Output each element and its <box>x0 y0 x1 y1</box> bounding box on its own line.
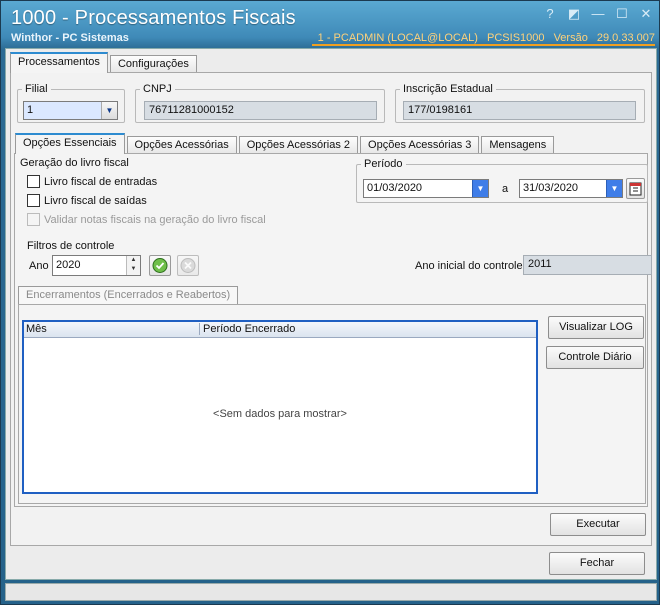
confirm-filter-button[interactable] <box>149 255 171 276</box>
filial-legend: Filial <box>25 83 48 95</box>
ano-label: Ano <box>29 260 49 272</box>
encerramentos-grid[interactable]: Mês Período Encerrado <Sem dados para mo… <box>22 320 538 494</box>
chevron-down-icon[interactable]: ▼ <box>606 180 622 197</box>
tab-processamentos[interactable]: Processamentos <box>10 52 108 73</box>
ano-value: 2020 <box>56 259 81 271</box>
check-circle-icon <box>152 258 168 273</box>
livro-saidas-label: Livro fiscal de saídas <box>44 194 147 207</box>
validar-notas-label: Validar notas fiscais na geração do livr… <box>44 213 266 226</box>
tab-opcoes-essenciais[interactable]: Opções Essenciais <box>15 133 125 154</box>
tab-opcoes-acessorias-3[interactable]: Opções Acessórias 3 <box>360 136 480 154</box>
tab-opcoes-acessorias[interactable]: Opções Acessórias <box>126 136 237 154</box>
spin-arrows-icon[interactable]: ▲ ▼ <box>126 256 140 275</box>
close-icon[interactable]: ✕ <box>639 7 653 21</box>
opcoes-essenciais-panel: Geração do livro fiscal Livro fiscal de … <box>14 153 652 507</box>
version-number: 29.0.33.007 <box>596 32 655 44</box>
livro-entradas-checkbox[interactable]: Livro fiscal de entradas <box>27 175 157 188</box>
checkbox-box[interactable] <box>27 194 40 207</box>
title-bar: 1000 - Processamentos Fiscais Winthor - … <box>1 1 660 47</box>
ano-stepper[interactable]: 2020 ▲ ▼ <box>52 255 141 276</box>
periodo-fim-date[interactable]: 31/03/2020 ▼ <box>519 179 623 198</box>
tab-encerramentos[interactable]: Encerramentos (Encerrados e Reabertos) <box>18 286 239 305</box>
window-title: 1000 - Processamentos Fiscais <box>11 7 296 29</box>
controle-diario-button[interactable]: Controle Diário <box>546 346 644 369</box>
fechar-button[interactable]: Fechar <box>549 552 645 575</box>
calendar-icon <box>629 182 642 196</box>
routine-code: PCSIS1000 <box>487 32 545 44</box>
cancel-circle-icon <box>180 258 196 273</box>
filtros-label: Filtros de controle <box>27 240 115 252</box>
grid-empty-message: <Sem dados para mostrar> <box>213 408 347 420</box>
checkbox-box <box>27 213 40 226</box>
periodo-inicio-date[interactable]: 01/03/2020 ▼ <box>363 179 489 198</box>
session-info: 1 - PCADMIN (LOCAL@LOCAL) PCSIS1000 Vers… <box>311 32 655 46</box>
column-mes[interactable]: Mês <box>26 323 47 335</box>
ie-legend: Inscrição Estadual <box>403 83 493 95</box>
encerramentos-panel: Mês Período Encerrado <Sem dados para mo… <box>18 304 646 504</box>
cnpj-field: 76711281000152 <box>144 101 377 120</box>
status-bar <box>5 583 657 601</box>
chevron-down-icon[interactable]: ▼ <box>472 180 488 197</box>
grid-header: Mês Período Encerrado <box>24 322 536 338</box>
version-label: Versão <box>553 32 588 44</box>
visualizar-log-button[interactable]: Visualizar LOG <box>548 316 644 339</box>
cnpj-legend: CNPJ <box>143 83 172 95</box>
tab-mensagens[interactable]: Mensagens <box>481 136 555 154</box>
tab-configuracoes[interactable]: Configurações <box>109 55 197 73</box>
ano-inicial-label: Ano inicial do controle <box>415 260 523 272</box>
main-client-area: Processamentos Configurações Filial 1 ▼ … <box>5 48 657 580</box>
window-controls: ? ◩ — ☐ ✕ <box>543 7 653 21</box>
periodo-fim-value: 31/03/2020 <box>523 182 579 194</box>
ie-field: 177/0198161 <box>403 101 636 120</box>
help-icon[interactable]: ? <box>543 7 557 21</box>
processamentos-panel: Filial 1 ▼ CNPJ 76711281000152 Inscrição… <box>10 72 652 546</box>
sub-tabs: Opções Essenciais Opções Acessórias Opçõ… <box>15 133 556 154</box>
livro-saidas-checkbox[interactable]: Livro fiscal de saídas <box>27 194 147 207</box>
checkbox-box[interactable] <box>27 175 40 188</box>
livro-entradas-label: Livro fiscal de entradas <box>44 175 158 188</box>
user-info: 1 - PCADMIN (LOCAL@LOCAL) <box>317 32 478 44</box>
periodo-legend: Período <box>364 158 403 170</box>
geracao-label: Geração do livro fiscal <box>20 157 129 169</box>
app-window: 1000 - Processamentos Fiscais Winthor - … <box>0 0 660 605</box>
column-periodo-encerrado[interactable]: Período Encerrado <box>199 323 295 335</box>
chevron-down-icon[interactable]: ▼ <box>101 102 117 119</box>
clear-filter-button[interactable] <box>177 255 199 276</box>
calendar-button[interactable] <box>626 178 645 199</box>
executar-button[interactable]: Executar <box>550 513 646 536</box>
tab-opcoes-acessorias-2[interactable]: Opções Acessórias 2 <box>238 136 359 154</box>
periodo-separator: a <box>502 183 509 195</box>
main-tabs: Processamentos Configurações <box>10 52 199 73</box>
periodo-inicio-value: 01/03/2020 <box>367 182 423 194</box>
minimize-icon[interactable]: — <box>591 7 605 21</box>
company-name: Winthor - PC Sistemas <box>11 32 129 44</box>
restore-icon[interactable]: ◩ <box>567 7 581 21</box>
maximize-icon[interactable]: ☐ <box>615 7 629 21</box>
validar-notas-checkbox: Validar notas fiscais na geração do livr… <box>27 213 266 226</box>
filial-value: 1 <box>27 104 34 116</box>
ano-inicial-field: 2011 <box>523 255 652 275</box>
filial-select[interactable]: 1 ▼ <box>23 101 118 120</box>
